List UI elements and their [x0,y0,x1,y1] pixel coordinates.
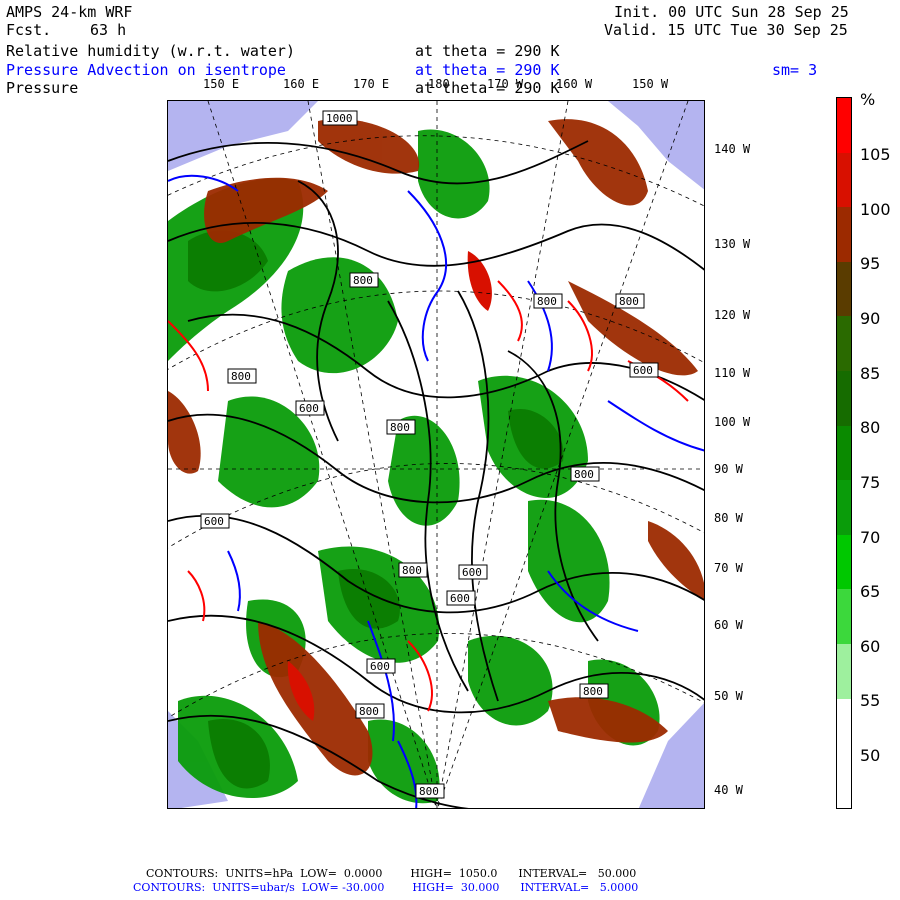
lon-label-130w: 130 W [714,237,751,251]
colorbar-swatch [837,643,851,699]
footer-contours-advection: CONTOURS: UNITS=ubar/s LOW= -30.000 HIGH… [133,881,639,894]
colorbar-swatch [837,152,851,208]
model-title: AMPS 24-km WRF [6,3,133,21]
lon-label-160w: 160 W [556,77,593,91]
colorbar-label-95: 95 [860,254,881,273]
contour-label: 600 [299,402,319,415]
contour-label: 800 [390,421,410,434]
field2-name: Pressure Advection on isentrope [6,61,286,79]
contour-label: 1000 [326,112,353,125]
lon-label-160e: 160 E [283,77,320,91]
lon-label-100w: 100 W [714,415,751,429]
colorbar-swatch [837,753,851,808]
contour-label: 800 [419,785,439,798]
colorbar-label-65: 65 [860,582,881,601]
colorbar-swatch [837,480,851,535]
field1-level: at theta = 290 K [415,42,560,60]
valid-time: Valid. 15 UTC Tue 30 Sep 25 [604,21,848,39]
footer-contours-pressure: CONTOURS: UNITS=hPa LOW= 0.0000 HIGH= 10… [146,867,637,880]
map-canvas: 1000 800 800 800 600 800 600 800 800 600… [168,101,704,808]
colorbar-swatch [837,425,851,481]
contour-label: 800 [231,370,251,383]
lon-label-60w: 60 W [714,618,743,632]
contour-label: 600 [633,364,653,377]
colorbar-label-105: 105 [860,145,891,164]
lon-label-120w: 120 W [714,308,751,322]
lon-label-170e: 170 E [353,77,390,91]
contour-label: 600 [370,660,390,673]
contour-label: 600 [462,566,482,579]
colorbar [836,97,852,809]
contour-label: 600 [204,515,224,528]
colorbar-swatch [837,698,851,754]
lon-label-170w: 170 W [487,77,524,91]
colorbar-unit: % [860,90,876,109]
forecast-hour: 63 h [90,21,127,39]
colorbar-swatch [837,261,851,317]
colorbar-label-70: 70 [860,528,881,547]
contour-label: 600 [450,592,470,605]
init-time: Init. 00 UTC Sun 28 Sep 25 [614,3,849,21]
field1-name: Relative humidity (w.r.t. water) [6,42,295,60]
colorbar-swatch [837,589,851,644]
colorbar-label-50: 50 [860,746,881,765]
contour-label: 800 [574,468,594,481]
field2-smoothing: sm= 3 [772,61,818,79]
colorbar-label-75: 75 [860,473,881,492]
lon-label-150e: 150 E [203,77,240,91]
colorbar-swatch [837,370,851,426]
lon-label-70w: 70 W [714,561,743,575]
colorbar-swatch [837,534,851,590]
contour-label: 800 [359,705,379,718]
contour-label: 800 [353,274,373,287]
contour-label: 800 [583,685,603,698]
lon-label-180: 180 [428,77,450,91]
colorbar-label-100: 100 [860,200,891,219]
map-panel: 1000 800 800 800 600 800 600 800 800 600… [167,100,705,809]
lon-label-140w: 140 W [714,142,751,156]
colorbar-label-85: 85 [860,364,881,383]
contour-label: 800 [402,564,422,577]
colorbar-swatch [837,98,851,153]
colorbar-label-80: 80 [860,418,881,437]
lon-label-50w: 50 W [714,689,743,703]
contour-label: 800 [619,295,639,308]
forecast-label: Fcst. [6,21,52,39]
colorbar-label-90: 90 [860,309,881,328]
lon-label-90w: 90 W [714,462,743,476]
colorbar-label-60: 60 [860,637,881,656]
lon-label-40w: 40 W [714,783,743,797]
colorbar-swatch [837,316,851,371]
lon-label-110w: 110 W [714,366,751,380]
contour-label: 800 [537,295,557,308]
lon-label-80w: 80 W [714,511,743,525]
colorbar-swatch [837,207,851,262]
colorbar-label-55: 55 [860,691,881,710]
field3-name: Pressure [6,79,79,97]
lon-label-150w: 150 W [632,77,669,91]
